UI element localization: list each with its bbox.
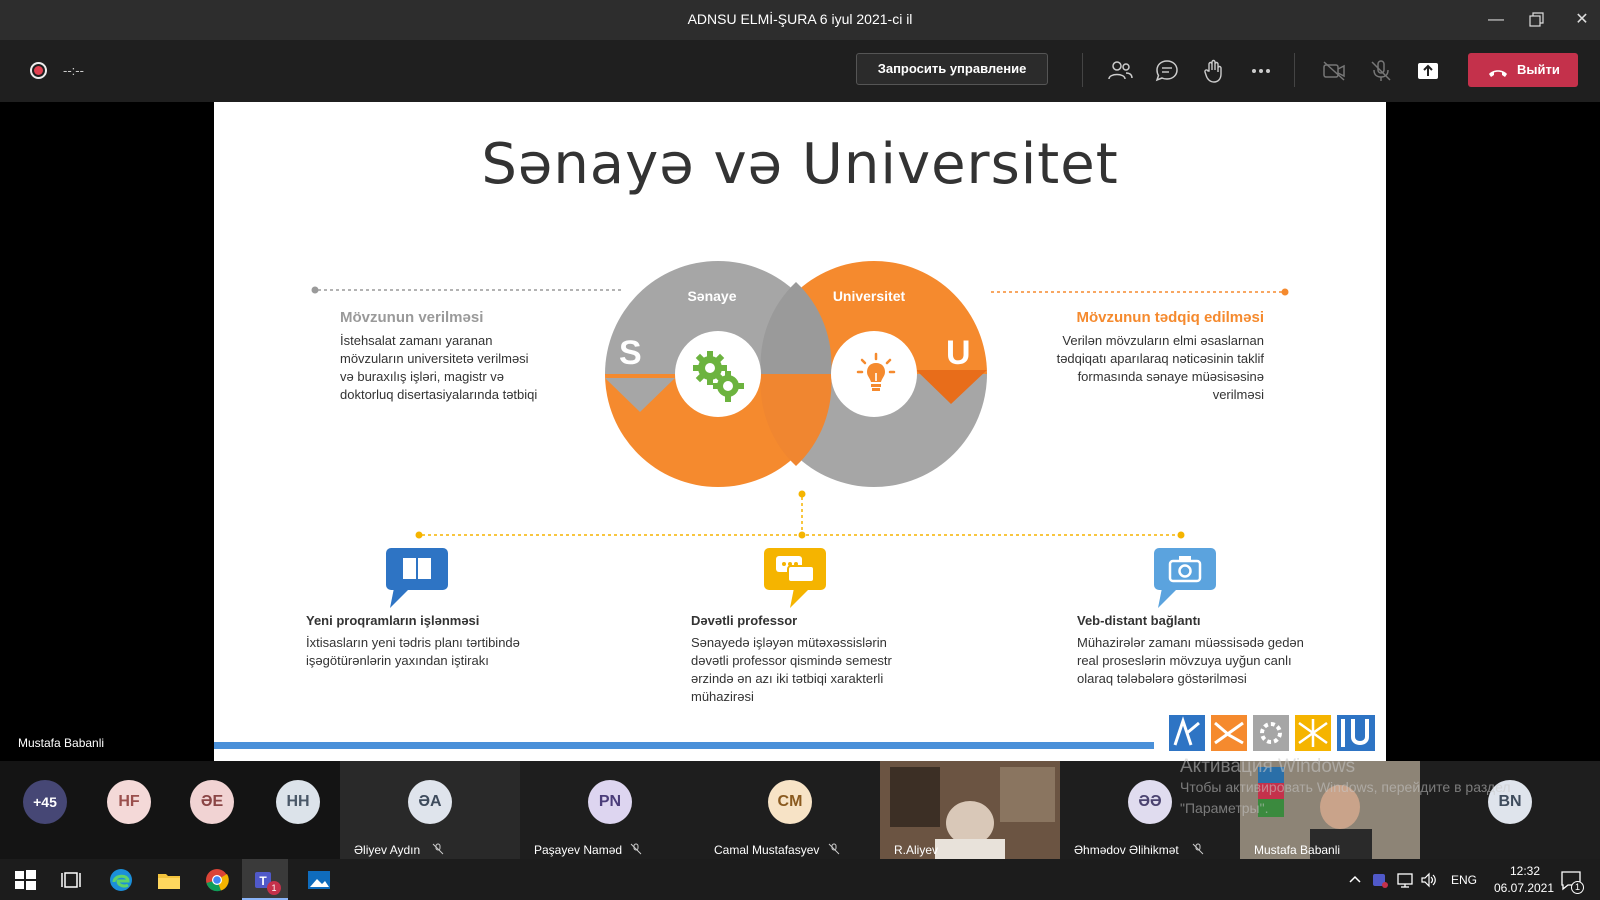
- activation-line: Чтобы активировать Windows, перейдите в …: [1180, 779, 1511, 795]
- meeting-timer: --:--: [63, 63, 84, 78]
- teams-taskbar-button[interactable]: T 1: [242, 859, 288, 900]
- chrome-icon[interactable]: [204, 867, 230, 893]
- language-indicator[interactable]: ENG: [1451, 873, 1477, 887]
- title-bar: ADNSU ELMİ-ŞURA 6 iyul 2021-ci il — ✕: [0, 0, 1600, 40]
- edge-icon[interactable]: [108, 867, 134, 893]
- left-heading: Mövzunun verilməsi: [340, 309, 484, 326]
- gears-icon: [693, 351, 744, 402]
- chat-icon[interactable]: [1153, 57, 1181, 85]
- presenter-name: Mustafa Babanli: [18, 736, 105, 750]
- participant-tile[interactable]: ƏE: [170, 761, 255, 859]
- left-text: İstehsalat zamanı yaranan mövzuların uni…: [340, 333, 538, 402]
- clock-date[interactable]: 06.07.2021: [1486, 881, 1562, 895]
- avatar: ƏƏ: [1128, 780, 1172, 824]
- industry-label: Sənaye: [687, 288, 737, 304]
- university-label: Universitet: [832, 288, 906, 304]
- participant-tile[interactable]: +45: [0, 761, 85, 859]
- avatar: PN: [588, 780, 632, 824]
- industry-university-diagram: [605, 261, 987, 487]
- participant-name: Əhmədov Əlihikmət: [1074, 843, 1179, 857]
- participant-name: Əliyev Aydın: [354, 843, 421, 857]
- feature-description: Mühazirələr zamanı müəssisədə gedən real…: [1077, 635, 1304, 686]
- clock-time[interactable]: 12:32: [1500, 864, 1550, 878]
- feature-title: Yeni proqramların işlənməsi: [306, 613, 480, 628]
- university-logo: [1169, 715, 1375, 751]
- participant-tile[interactable]: PN Paşayev Naməd: [520, 761, 700, 859]
- right-text: Verilən mövzuların elmi əsaslarnan tədqi…: [1056, 333, 1264, 402]
- avatar: HF: [107, 780, 151, 824]
- camera-icon: [1154, 548, 1216, 608]
- phone-hangup-icon: [1487, 61, 1509, 95]
- notification-count: 1: [1571, 881, 1584, 894]
- feature-guest-professor-text: Dəvətli professor Sənayedə işləyən mütəx…: [691, 613, 921, 706]
- book-icon: [386, 548, 448, 608]
- mic-off-icon: [630, 843, 642, 855]
- overflow-participants-count[interactable]: +45: [23, 780, 67, 824]
- mic-off-icon[interactable]: [1367, 57, 1395, 85]
- participant-tile[interactable]: HF: [85, 761, 170, 859]
- activation-title: Активация Windows: [1180, 756, 1356, 777]
- feature-new-programs-text: Yeni proqramların işlənməsi İxtisasların…: [306, 613, 536, 670]
- topic-assignment-block: Mövzunun verilməsi İstehsalat zamanı yar…: [340, 309, 540, 404]
- teams-meeting-window: ADNSU ELMİ-ŞURA 6 iyul 2021-ci il — ✕ --…: [0, 0, 1600, 900]
- leave-label: Выйти: [1517, 62, 1560, 77]
- teams-tray-icon[interactable]: [1371, 871, 1389, 889]
- minimize-icon[interactable]: —: [1476, 0, 1516, 40]
- meeting-toolbar: --:-- Запросить управление Выйти: [0, 40, 1600, 102]
- leave-button[interactable]: Выйти: [1468, 53, 1578, 87]
- participant-tile[interactable]: ƏA Əliyev Aydın: [340, 761, 520, 859]
- university-letter: U: [946, 334, 971, 372]
- participant-name: Mustafa Babanli: [1254, 843, 1341, 857]
- lightbulb-icon: [856, 352, 896, 391]
- restore-icon[interactable]: [1516, 0, 1556, 40]
- feature-description: İxtisasların yeni tədris planı tərtibind…: [306, 635, 520, 668]
- camera-off-icon[interactable]: [1320, 57, 1348, 85]
- industry-letter: S: [619, 334, 642, 372]
- participant-tile[interactable]: HH: [255, 761, 340, 859]
- participant-tile[interactable]: CM Camal Mustafasyev: [700, 761, 880, 859]
- avatar: CM: [768, 780, 812, 824]
- participant-video-tile[interactable]: R.Aliyev: [880, 761, 1060, 859]
- participant-name: Paşayev Naməd: [534, 843, 623, 857]
- mic-off-icon: [432, 843, 444, 855]
- feature-title: Veb-distant bağlantı: [1077, 613, 1201, 628]
- feature-title: Dəvətli professor: [691, 613, 798, 628]
- presentation-slide: Sənayə və Universitet Mövzunun verilməsi…: [214, 102, 1386, 761]
- windows-activation-watermark: Активация Windows Чтобы активировать Win…: [1180, 756, 1511, 819]
- windows-taskbar: T 1 ENG 12:32 06.07.2021 1: [0, 859, 1600, 900]
- chat-bubbles-icon: [764, 548, 826, 608]
- close-icon[interactable]: ✕: [1562, 0, 1600, 40]
- volume-icon[interactable]: [1420, 871, 1438, 889]
- avatar: HH: [276, 780, 320, 824]
- shared-content-stage: Sənayə və Universitet Mövzunun verilməsi…: [0, 102, 1600, 761]
- toolbar-divider: [1082, 53, 1083, 87]
- participants-icon[interactable]: [1106, 57, 1134, 85]
- teams-badge: 1: [267, 881, 281, 895]
- avatar: ƏA: [408, 780, 452, 824]
- windows-start-icon[interactable]: [12, 867, 38, 893]
- more-icon[interactable]: [1247, 57, 1275, 85]
- task-view-icon[interactable]: [60, 867, 86, 893]
- photos-icon[interactable]: [306, 867, 332, 893]
- slide-footer-bar: [214, 742, 1154, 749]
- participant-name: Camal Mustafasyev: [714, 843, 820, 857]
- topic-research-block: Mövzunun tədqiq edilməsi Verilən mövzula…: [1054, 309, 1264, 404]
- window-title: ADNSU ELMİ-ŞURA 6 iyul 2021-ci il: [687, 11, 913, 27]
- recording-icon: [30, 62, 47, 79]
- feature-description: Sənayedə işləyən mütəxəssislərin dəvətli…: [691, 635, 892, 704]
- mic-off-icon: [828, 843, 840, 855]
- network-icon[interactable]: [1396, 871, 1414, 889]
- right-heading: Mövzunun tədqiq edilməsi: [1076, 309, 1264, 326]
- file-explorer-icon[interactable]: [156, 867, 182, 893]
- feature-web-distance-text: Veb-distant bağlantı Mühazirələr zamanı …: [1077, 613, 1307, 688]
- participant-name: R.Aliyev: [894, 843, 939, 857]
- mic-off-icon: [1192, 843, 1204, 855]
- chevron-up-icon[interactable]: [1348, 873, 1362, 887]
- request-control-button[interactable]: Запросить управление: [856, 53, 1048, 85]
- raise-hand-icon[interactable]: [1200, 57, 1228, 85]
- toolbar-divider: [1294, 53, 1295, 87]
- avatar: ƏE: [190, 780, 234, 824]
- activation-line: "Параметры".: [1180, 800, 1269, 816]
- share-tray-icon[interactable]: [1414, 57, 1442, 85]
